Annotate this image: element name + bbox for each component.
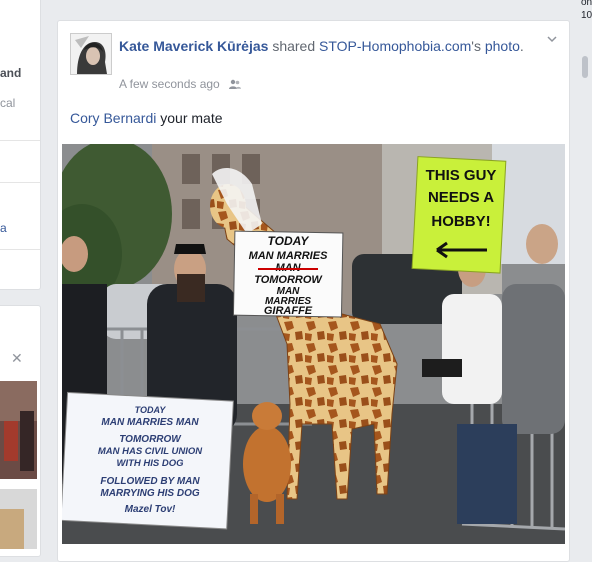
left-item-link[interactable]: a xyxy=(0,221,7,235)
friends-icon[interactable] xyxy=(229,79,242,93)
left-sidebar-card-bottom: ✕ xyxy=(0,305,41,557)
thumbnail-image[interactable] xyxy=(0,489,37,549)
left-sign-line: MAN HAS CIVIL UNION xyxy=(98,446,203,457)
chevron-down-icon[interactable] xyxy=(545,32,559,46)
center-sign-line: TOMORROW xyxy=(254,274,323,286)
scrollbar-thumb[interactable] xyxy=(582,56,588,78)
author-name-link[interactable]: Kate Maverick Kūrėjas xyxy=(119,38,268,54)
divider xyxy=(0,249,40,250)
right-sign-line: NEEDS A xyxy=(428,189,494,206)
left-item-text-2: cal xyxy=(0,96,16,110)
right-sign-line: HOBBY! xyxy=(431,213,490,230)
left-sign-line: TOMORROW xyxy=(119,434,182,445)
right-sign-line: THIS GUY xyxy=(426,167,497,184)
left-sign-line: MARRYING HIS DOG xyxy=(100,488,199,499)
close-icon[interactable]: ✕ xyxy=(11,350,23,367)
news-feed-post: Kate Maverick Kūrėjas shared STOP-Homoph… xyxy=(57,20,570,562)
left-sign-line: MAN MARRIES MAN xyxy=(101,417,199,428)
timestamp-link[interactable]: A few seconds ago xyxy=(119,77,220,91)
avatar[interactable] xyxy=(70,33,112,75)
left-sign-line: FOLLOWED BY MAN xyxy=(100,476,200,487)
shared-page-link[interactable]: STOP-Homophobia.com xyxy=(319,38,471,54)
photo-link[interactable]: photo xyxy=(485,38,520,54)
left-sign-line: Mazel Tov! xyxy=(125,504,176,515)
left-sign-line: TODAY xyxy=(135,405,167,415)
center-sign-line: MAN MARRIES xyxy=(249,250,328,262)
center-sign-line: GIRAFFE xyxy=(264,305,313,317)
possessive-text: 's xyxy=(471,38,481,54)
left-item-text-1[interactable]: and xyxy=(0,66,21,80)
divider xyxy=(0,182,40,183)
right-column-text: on xyxy=(581,0,592,8)
punctuation: . xyxy=(519,38,524,54)
right-column-text: 10 xyxy=(581,10,592,21)
thumbnail-image[interactable] xyxy=(0,381,37,479)
scrollbar-track[interactable] xyxy=(582,56,588,396)
mention-link[interactable]: Cory Bernardi xyxy=(70,110,156,126)
left-sidebar-card-top: and cal a xyxy=(0,0,41,290)
post-message-text: your mate xyxy=(156,110,223,126)
post-meta: A few seconds ago xyxy=(119,77,242,93)
post-header: Kate Maverick Kūrėjas shared STOP-Homoph… xyxy=(119,37,539,56)
post-message: Cory Bernardi your mate xyxy=(70,110,223,126)
action-text: shared xyxy=(272,38,316,54)
center-sign-line: TODAY xyxy=(268,234,310,248)
post-photo[interactable]: TODAY MAN MARRIES MAN TOMORROW MAN MARRI… xyxy=(62,144,565,544)
left-sign-line: WITH HIS DOG xyxy=(116,458,184,469)
divider xyxy=(0,140,40,141)
